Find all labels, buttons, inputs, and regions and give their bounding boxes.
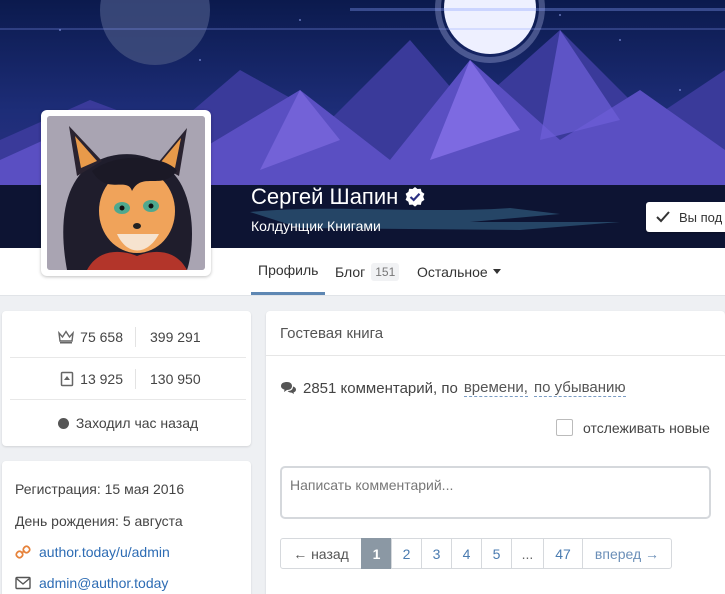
- profile-name: Сергей Шапин: [251, 184, 426, 210]
- tab-other[interactable]: Остальное: [417, 248, 501, 295]
- sort-by-time-link[interactable]: времени,: [463, 379, 528, 397]
- last-seen-row: Заходил час назад: [10, 401, 246, 445]
- profile-subtitle: Колдунщик Книгами: [251, 218, 381, 234]
- avatar[interactable]: [41, 110, 211, 276]
- track-new-label: отслеживать новые: [583, 419, 710, 436]
- crown-icon: [58, 330, 75, 344]
- email-link[interactable]: admin@author.today: [39, 575, 168, 591]
- info-card: Регистрация: 15 мая 2016 День рождения: …: [2, 461, 251, 594]
- follow-button-label: Вы под: [679, 209, 723, 225]
- registration-text: Регистрация: 15 мая 2016: [15, 481, 185, 497]
- books-left-value: 13 925: [80, 371, 123, 387]
- profile-name-text: Сергей Шапин: [251, 184, 399, 209]
- last-seen-text: Заходил час назад: [75, 415, 199, 431]
- birthday-row: День рождения: 5 августа: [15, 513, 183, 529]
- caret-down-icon: [492, 269, 501, 274]
- email-row: admin@author.today: [15, 575, 168, 591]
- pager-next-button[interactable]: вперед →: [582, 538, 672, 569]
- check-icon: [656, 211, 670, 223]
- guestbook-card: Гостевая книга 2851 комментарий, по врем…: [266, 311, 725, 594]
- envelope-icon: [15, 576, 31, 590]
- tab-blog-label: Блог: [335, 263, 366, 280]
- track-new-checkbox[interactable]: [556, 419, 573, 436]
- books-row: 13 925 130 950: [10, 357, 246, 401]
- registration-row: Регистрация: 15 мая 2016: [15, 481, 184, 497]
- birthday-text: День рождения: 5 августа: [15, 513, 183, 529]
- tab-profile-label: Профиль: [258, 262, 319, 278]
- pager-page-2[interactable]: 2: [391, 538, 422, 569]
- book-icon: [60, 371, 74, 387]
- rating-right-value: 399 291: [150, 329, 201, 345]
- divider: [266, 355, 725, 356]
- tab-other-label: Остальное: [417, 263, 488, 280]
- pager-page-1[interactable]: 1: [361, 538, 392, 569]
- link-icon: [15, 545, 31, 559]
- blog-count-badge: 151: [371, 262, 400, 281]
- books-right-value: 130 950: [150, 371, 201, 387]
- rating-row: 75 658 399 291: [10, 315, 246, 359]
- divider: [10, 399, 246, 400]
- follow-button[interactable]: Вы под: [646, 202, 725, 232]
- pager-page-3[interactable]: 3: [421, 538, 452, 569]
- comments-icon: [281, 382, 296, 394]
- guestbook-title: Гостевая книга: [280, 325, 384, 342]
- stats-card: 75 658 399 291 13 925 130 950 Заходил ча…: [2, 311, 251, 446]
- comment-input[interactable]: Написать комментарий...: [280, 466, 711, 519]
- pager-page-4[interactable]: 4: [451, 538, 482, 569]
- sort-order-link[interactable]: по убыванию: [533, 379, 626, 397]
- comments-count-text: 2851 комментарий, по: [303, 379, 458, 397]
- status-dot-icon: [57, 417, 69, 429]
- profile-link-row: author.today/u/admin: [15, 544, 170, 560]
- track-new-option[interactable]: отслеживать новые: [556, 419, 710, 436]
- pager-page-5[interactable]: 5: [481, 538, 512, 569]
- pagination: ← назад 1 2 3 4 5 ... 47 вперед →: [280, 538, 672, 569]
- verified-badge-icon: [405, 187, 425, 207]
- tab-blog[interactable]: Блог 151: [335, 248, 400, 295]
- comments-summary: 2851 комментарий, по времени, по убывани…: [280, 379, 626, 397]
- pager-ellipsis: ...: [511, 538, 544, 569]
- rating-left-value: 75 658: [80, 329, 123, 345]
- profile-link[interactable]: author.today/u/admin: [39, 544, 170, 560]
- pager-prev-button[interactable]: ← назад: [280, 538, 362, 569]
- avatar-image: [47, 116, 205, 270]
- pager-page-47[interactable]: 47: [543, 538, 583, 569]
- tab-profile[interactable]: Профиль: [251, 248, 326, 295]
